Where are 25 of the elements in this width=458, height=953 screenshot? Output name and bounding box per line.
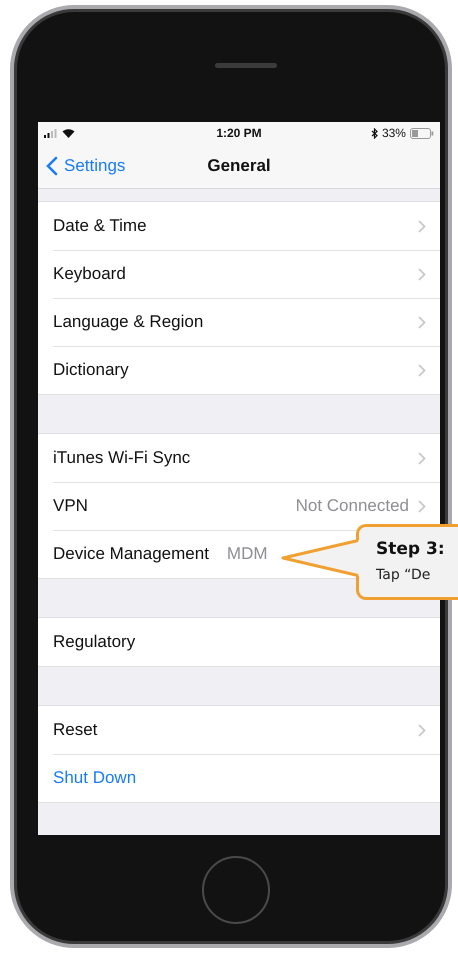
setting-item[interactable]: Language & Region	[53, 312, 204, 332]
setting-value: Not Connected	[296, 496, 409, 516]
battery-percent: 33%	[382, 126, 406, 140]
back-chevron-icon	[46, 156, 58, 176]
bluetooth-icon	[370, 128, 378, 138]
setting-item[interactable]: iTunes Wi-Fi Sync	[53, 448, 190, 468]
signal-icon	[44, 128, 58, 138]
setting-item[interactable]: Dictionary	[53, 360, 129, 380]
home-button[interactable]	[202, 856, 270, 924]
setting-item[interactable]: Keyboard	[53, 264, 126, 284]
setting-value: MDM	[226, 544, 268, 564]
back-button[interactable]: Settings	[38, 151, 130, 181]
wifi-icon	[62, 128, 75, 138]
setting-item[interactable]: Date & Time	[53, 216, 147, 236]
callout-title: Step 3:	[376, 539, 446, 559]
setting-item[interactable]: Device Management	[53, 544, 209, 564]
setting-item[interactable]: Reset	[53, 720, 98, 740]
setting-item[interactable]: Regulatory	[53, 632, 136, 652]
status-time: 1:20 PM	[216, 126, 262, 140]
setting-item[interactable]: VPN	[53, 496, 88, 516]
speaker-slot	[215, 63, 277, 68]
setting-item[interactable]: Shut Down	[53, 768, 136, 788]
callout-text: Tap “De	[376, 567, 432, 583]
page-title: General	[207, 156, 271, 176]
battery-icon	[410, 128, 434, 138]
